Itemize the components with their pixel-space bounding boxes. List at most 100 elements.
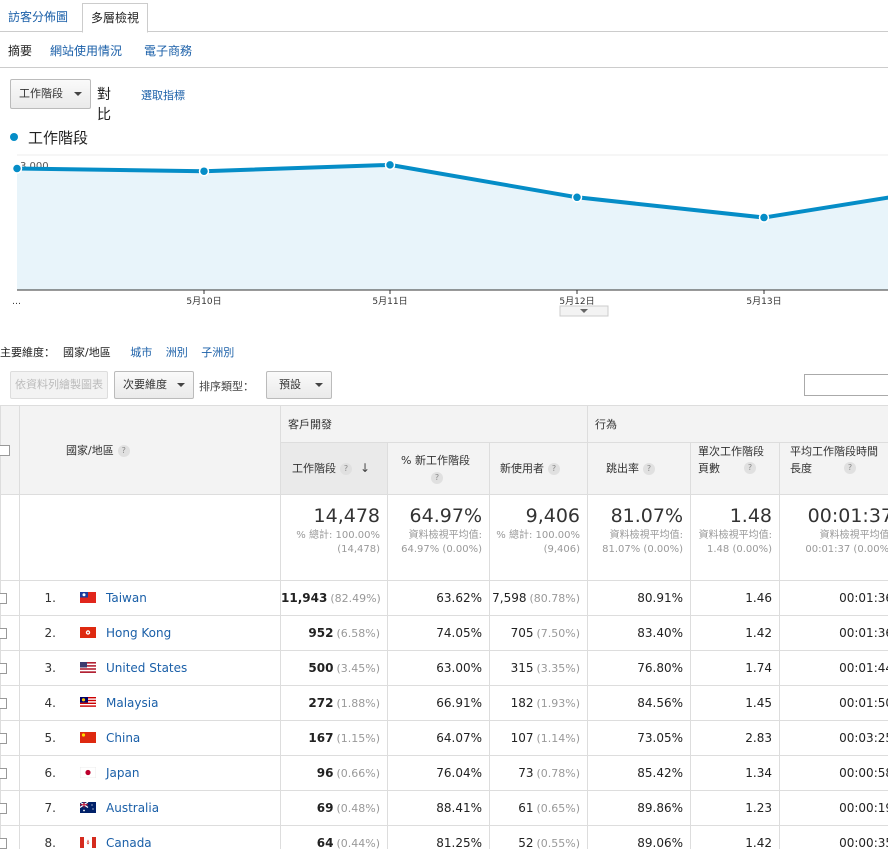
header-avg-duration[interactable]: 平均工作階段時間長度? xyxy=(779,442,888,495)
row-checkbox-cell xyxy=(0,720,20,756)
data-point xyxy=(384,159,396,171)
row-sessions-value: 69 xyxy=(316,801,334,815)
row-new-users-pct: (1.14%) xyxy=(536,732,581,745)
header-new-sessions-pct[interactable]: % 新工作階段? xyxy=(387,442,490,495)
row-country-cell: 7. Australia xyxy=(19,790,281,826)
tab-multi-level-view[interactable]: 多層檢視 xyxy=(82,3,149,33)
row-pages: 1.34 xyxy=(690,755,781,791)
header-new-users[interactable]: 新使用者? xyxy=(488,442,589,495)
row-checkbox[interactable] xyxy=(0,768,7,779)
header-bounce-rate[interactable]: 跳出率? xyxy=(587,442,692,495)
flag-jp-icon xyxy=(80,767,96,778)
header-checkbox-cell xyxy=(0,405,20,495)
row-country-link[interactable]: Hong Kong xyxy=(106,626,171,640)
row-country-link[interactable]: United States xyxy=(106,661,187,675)
chevron-down-icon xyxy=(315,383,323,387)
header-sessions[interactable]: 工作階段? ↓ xyxy=(280,442,388,495)
table-toolbar: 依資料列繪製圖表 次要維度 排序類型： 預設 xyxy=(0,371,888,401)
row-pages: 1.23 xyxy=(690,790,781,826)
row-bounce: 83.40% xyxy=(587,615,692,651)
help-icon[interactable]: ? xyxy=(117,445,130,457)
row-checkbox[interactable] xyxy=(0,838,7,849)
tab-visitor-distribution[interactable]: 訪客分佈圖 xyxy=(0,0,76,32)
row-sessions: 96 (0.66%) xyxy=(280,755,388,791)
sort-type-select[interactable]: 預設 xyxy=(266,371,332,399)
row-new-pct: 81.25% xyxy=(387,825,490,849)
row-new-users-pct: (80.78%) xyxy=(529,592,581,605)
totals-row: 14,478 % 總計: 100.00% (14,478) 64.97% 資料檢視平… xyxy=(0,494,888,581)
row-country-link[interactable]: Malaysia xyxy=(106,696,158,710)
row-bounce: 73.05% xyxy=(587,720,692,756)
row-new-users: 315 (3.35%) xyxy=(488,650,589,686)
flag-ca-icon xyxy=(80,837,96,848)
help-icon[interactable]: ? xyxy=(844,462,857,474)
totals-new-pct: 64.97% 資料檢視平均值: 64.97% (0.00%) xyxy=(387,494,490,581)
row-new-users: 7,598 (80.78%) xyxy=(488,580,589,616)
row-sessions-value: 952 xyxy=(308,626,334,640)
choose-metric-link[interactable]: 選取指標 xyxy=(141,87,185,103)
row-country-cell: 3. United States xyxy=(19,650,281,686)
row-checkbox-cell xyxy=(0,755,20,791)
row-checkbox-cell xyxy=(0,615,20,651)
row-country-cell: 2. Hong Kong xyxy=(19,615,281,651)
row-checkbox[interactable] xyxy=(0,733,7,744)
totals-bounce-sub: 資料檢視平均值: 81.07% (0.00%) xyxy=(602,530,684,555)
totals-sessions-sub: % 總計: 100.00% (14,478) xyxy=(296,530,380,555)
secondary-dimension-select[interactable]: 次要維度 xyxy=(114,371,194,399)
row-duration: 00:03:25 xyxy=(779,720,888,756)
totals-new-users: 9,406 % 總計: 100.00% (9,406) xyxy=(488,494,589,581)
totals-duration-sub: 資料檢視平均值: 00:01:37 (0.00%) xyxy=(805,530,888,555)
help-icon[interactable]: ? xyxy=(744,462,757,474)
totals-sessions-value: 14,478 xyxy=(313,505,380,527)
row-bounce: 89.86% xyxy=(587,790,692,826)
flag-tw-icon xyxy=(80,592,96,603)
select-all-checkbox[interactable] xyxy=(0,445,10,456)
row-checkbox[interactable] xyxy=(0,628,7,639)
table-row: 7. Australia 69 (0.48%) 88.41% 61 (0.65%) 89.86… xyxy=(0,790,888,826)
dim-city[interactable]: 城市 xyxy=(130,346,152,359)
x-tick-label: 5月12日 xyxy=(559,296,594,307)
row-pages: 2.83 xyxy=(690,720,781,756)
row-checkbox[interactable] xyxy=(0,663,7,674)
row-checkbox[interactable] xyxy=(0,593,7,604)
metric-select[interactable]: 工作階段 xyxy=(10,79,91,109)
row-checkbox[interactable] xyxy=(0,698,7,709)
subtab-summary[interactable]: 摘要 xyxy=(8,42,32,59)
row-new-pct: 63.62% xyxy=(387,580,490,616)
row-country-link[interactable]: Japan xyxy=(106,766,139,780)
header-country[interactable]: 國家/地區? xyxy=(19,405,281,495)
x-tick-label: 5月11日 xyxy=(372,296,407,307)
row-sessions-pct: (82.49%) xyxy=(330,592,381,605)
help-icon[interactable]: ? xyxy=(340,463,352,475)
row-country-link[interactable]: Canada xyxy=(106,836,152,849)
row-sessions: 952 (6.58%) xyxy=(280,615,388,651)
row-country-link[interactable]: China xyxy=(106,731,140,745)
row-country-link[interactable]: Taiwan xyxy=(106,591,147,605)
plot-rows-button[interactable]: 依資料列繪製圖表 xyxy=(10,371,108,399)
row-country-link[interactable]: Australia xyxy=(106,801,159,815)
subtab-site-usage[interactable]: 網站使用情況 xyxy=(50,42,122,59)
subtab-ecommerce[interactable]: 電子商務 xyxy=(144,42,192,59)
row-checkbox[interactable] xyxy=(0,803,7,814)
header-pages-label: 單次工作階段頁數 xyxy=(698,445,765,475)
help-icon[interactable]: ? xyxy=(643,463,656,475)
row-pages: 1.42 xyxy=(690,825,781,849)
row-sessions-value: 96 xyxy=(316,766,334,780)
help-icon[interactable]: ? xyxy=(431,471,443,484)
row-new-users-pct: (7.50%) xyxy=(536,627,581,640)
header-pages-per-session[interactable]: 單次工作階段頁數? xyxy=(690,442,781,495)
row-country-cell: 6. Japan xyxy=(19,755,281,791)
table-row: 8. Canada 64 (0.44%) 81.25% 52 (0.55%) 89.06% 1.… xyxy=(0,825,888,849)
dim-continent[interactable]: 洲別 xyxy=(166,346,188,359)
dim-subcontinent[interactable]: 子洲別 xyxy=(201,346,234,359)
primary-dimension-label: 主要維度： xyxy=(0,346,55,359)
help-icon[interactable]: ? xyxy=(548,463,560,475)
row-sessions-value: 500 xyxy=(308,661,334,675)
row-bounce: 80.91% xyxy=(587,580,692,616)
row-sessions-pct: (0.66%) xyxy=(336,767,380,780)
row-checkbox-cell xyxy=(0,790,20,826)
table-search-input[interactable] xyxy=(804,374,888,396)
row-new-users-pct: (0.78%) xyxy=(536,767,581,780)
row-checkbox-cell xyxy=(0,650,20,686)
header-new-pct-label: % 新工作階段 xyxy=(401,453,470,467)
